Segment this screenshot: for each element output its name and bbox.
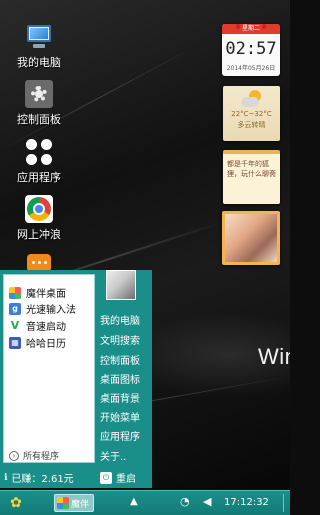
taskbar-clock[interactable]: 17:12:32 [224, 497, 269, 508]
v-launch-icon: V [9, 319, 21, 332]
menu-item-label: 光速输入法 [26, 305, 76, 316]
apps-icon [25, 138, 53, 166]
menu-item-calendar[interactable]: ▦ 哈哈日历 [4, 334, 94, 351]
g-keyboard-icon: g [9, 302, 21, 315]
start-menu-pinned-panel: 魔伴桌面 g 光速输入法 V 音速启动 ▦ 哈哈日历 › 所有程序 [3, 274, 95, 463]
menu-item-quick-launch[interactable]: V 音速启动 [4, 317, 94, 334]
menu-item-mobanzhuomian[interactable]: 魔伴桌面 [4, 284, 94, 301]
menu-item-label: 哈哈日历 [26, 339, 66, 350]
menu-link-my-computer[interactable]: 我的电脑 [100, 312, 140, 327]
photo-image [225, 214, 277, 262]
show-desktop-button[interactable] [283, 494, 287, 512]
chrome-icon [25, 195, 53, 223]
earnings-status: ℹ 已赚：2.61元 [4, 470, 74, 486]
desktop-icon-control-panel[interactable]: 控制面板 [6, 80, 72, 127]
menu-link-control-panel[interactable]: 控制面板 [100, 352, 140, 367]
pinwheel-icon [57, 497, 69, 509]
clock-date: 2014年05月26日 [226, 65, 276, 72]
photo-widget[interactable] [222, 211, 280, 265]
wallpaper-brand-text: Win [258, 344, 290, 369]
taskbar: ✿ 魔伴 ▲ ◔ ◀ 17:12:32 [0, 490, 290, 515]
menu-link-desktop-background[interactable]: 桌面背景 [100, 390, 140, 405]
weather-temperature: 22°C~32°C [231, 110, 272, 118]
earnings-text: 已赚：2.61元 [11, 474, 74, 485]
calendar-icon: ▦ [9, 336, 21, 349]
all-programs-label: 所有程序 [23, 452, 60, 462]
calendar-ring [262, 24, 266, 29]
weather-widget[interactable]: 22°C~32°C 多云转晴 [223, 86, 280, 141]
clock-weekday: 星期二 [222, 24, 280, 34]
menu-link-search[interactable]: 文明搜索 [100, 332, 140, 347]
desktop-icon-label: 控制面板 [17, 113, 61, 126]
desktop-icon-my-computer[interactable]: 我的电脑 [6, 23, 72, 70]
restart-button[interactable]: ⏻ 重启 [100, 470, 136, 485]
menu-item-label: 音速启动 [26, 322, 66, 333]
wifi-icon[interactable]: ◔ [180, 495, 190, 508]
calendar-ring [236, 24, 240, 29]
desktop-icon-label: 应用程序 [17, 171, 61, 184]
note-widget[interactable]: 都是千年的狐狸，玩什么聊斋 [223, 150, 280, 204]
volume-icon[interactable]: ◀ [203, 495, 211, 508]
tray-expand-arrow-icon[interactable]: ▲ [130, 496, 138, 507]
menu-link-desktop-icons[interactable]: 桌面图标 [100, 371, 140, 386]
all-programs-button[interactable]: › 所有程序 [9, 449, 59, 462]
pinwheel-icon [9, 286, 21, 299]
desktop-icon-applications[interactable]: 应用程序 [6, 138, 72, 185]
info-icon: ℹ [4, 472, 8, 483]
menu-link-about[interactable]: 关于.. [100, 448, 126, 463]
arrow-right-icon: › [9, 450, 19, 461]
menu-link-applications[interactable]: 应用程序 [100, 428, 140, 443]
power-icon: ⏻ [100, 471, 112, 484]
desktop-icon-browser[interactable]: 网上冲浪 [6, 195, 72, 242]
desktop-icon-label: 我的电脑 [17, 56, 61, 69]
start-menu: 魔伴桌面 g 光速输入法 V 音速启动 ▦ 哈哈日历 › 所有程序 我的电脑 文… [0, 270, 152, 488]
taskbar-app-moban[interactable]: 魔伴 [54, 494, 94, 512]
clock-widget[interactable]: 星期二 02:57 2014年05月26日 [222, 24, 280, 76]
pinwheel-icon: ✿ [10, 495, 22, 511]
taskbar-app-label: 魔伴 [71, 499, 90, 510]
menu-item-input-method[interactable]: g 光速输入法 [4, 300, 94, 317]
restart-label: 重启 [116, 474, 136, 485]
computer-icon [25, 23, 53, 51]
weather-condition: 多云转晴 [237, 121, 266, 129]
clock-time: 02:57 [225, 39, 277, 59]
desktop-icon-label: 网上冲浪 [17, 228, 61, 241]
menu-item-label: 魔伴桌面 [26, 289, 66, 300]
user-avatar[interactable] [106, 270, 136, 300]
note-text: 都是千年的狐狸，玩什么聊斋 [227, 160, 276, 178]
gear-icon [25, 80, 53, 108]
start-button[interactable]: ✿ [6, 494, 26, 512]
menu-link-start-menu[interactable]: 开始菜单 [100, 409, 140, 424]
cloud-sun-icon [241, 90, 261, 108]
